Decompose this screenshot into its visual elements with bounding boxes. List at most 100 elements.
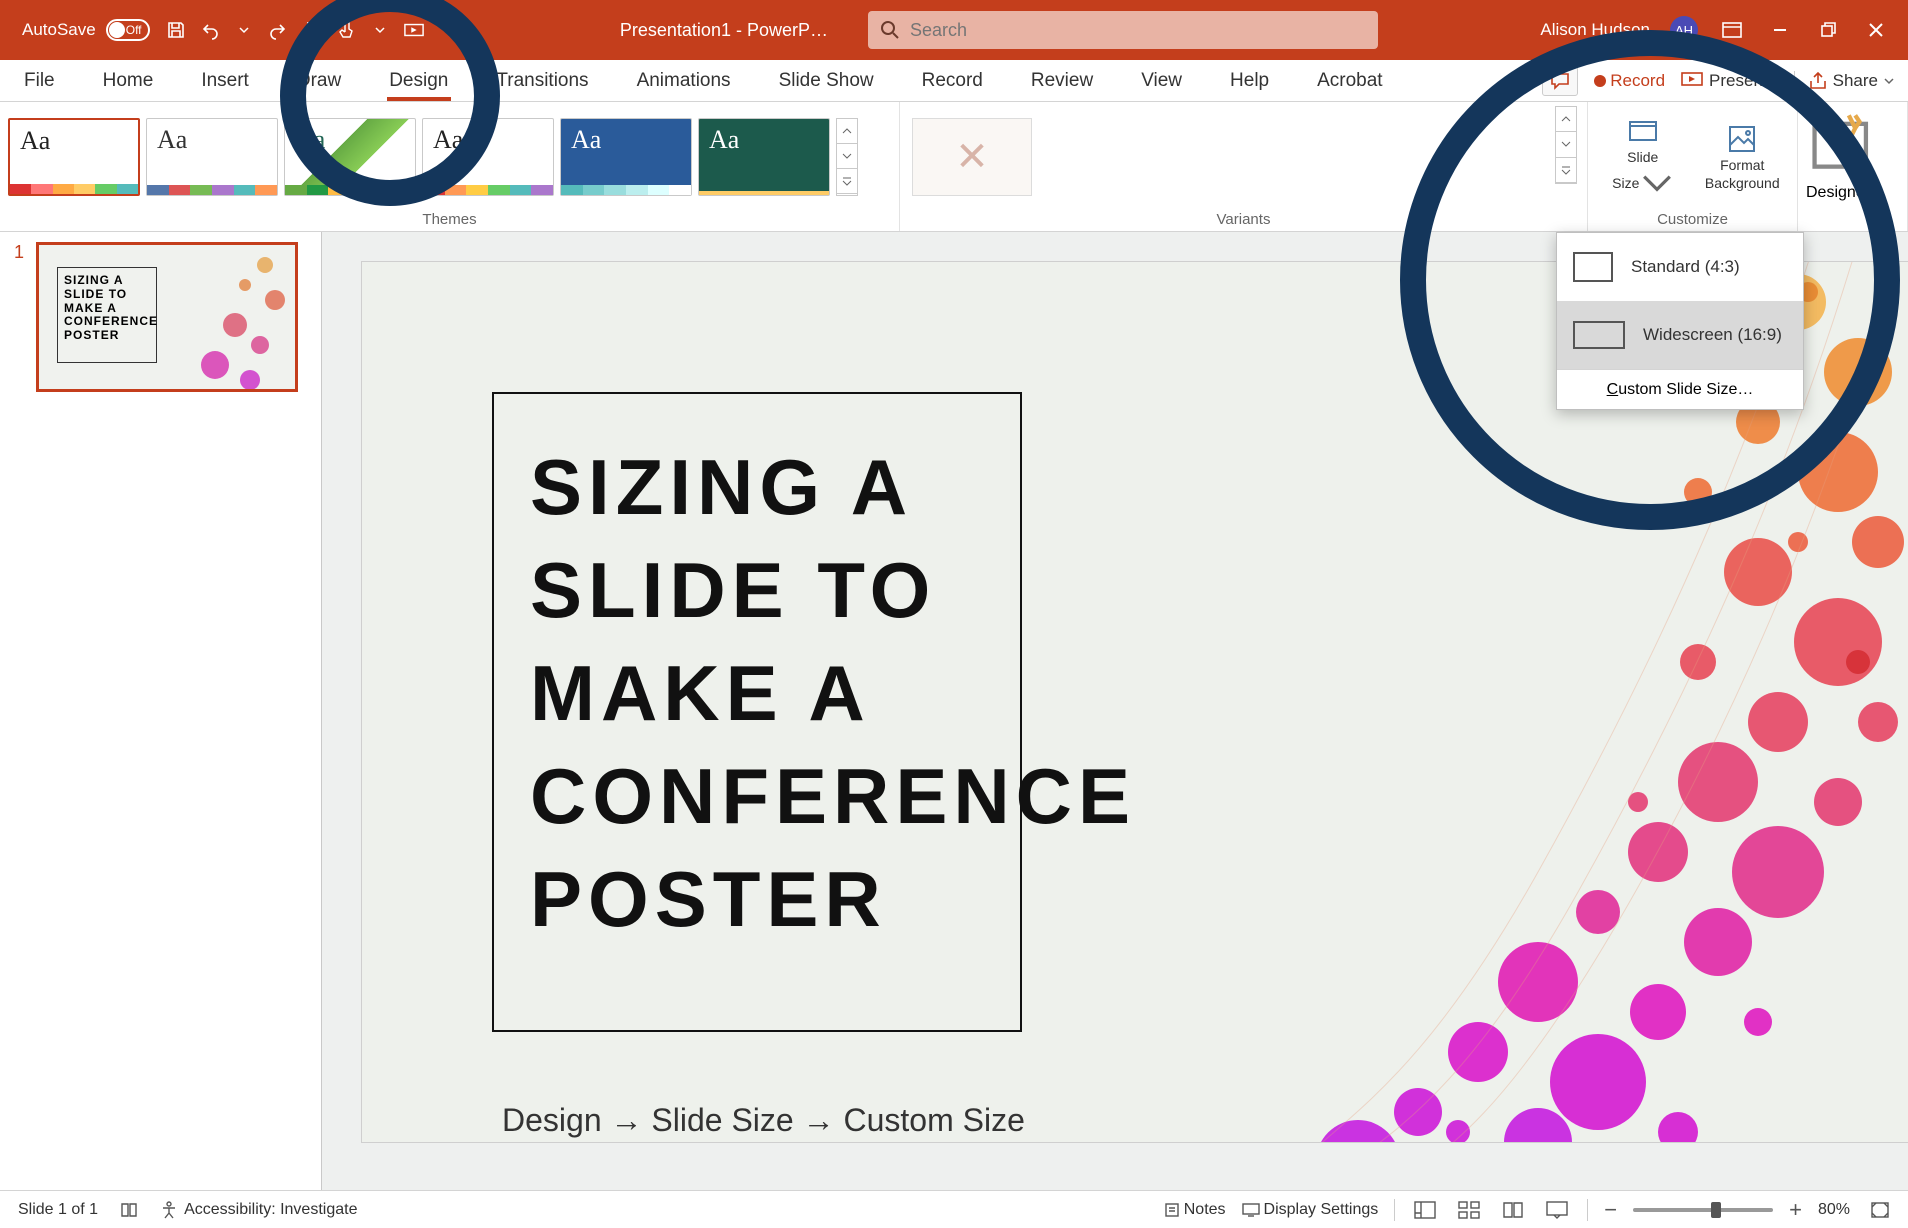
slide-size-menu: Standard (4:3) Widescreen (16:9) Custom … xyxy=(1556,232,1804,410)
tab-home[interactable]: Home xyxy=(79,60,178,101)
present-icon xyxy=(1681,72,1703,90)
themes-scroll[interactable] xyxy=(836,118,858,196)
save-icon[interactable] xyxy=(166,20,186,40)
custom-size-label: ustom Slide Size… xyxy=(1618,381,1753,398)
tab-animations[interactable]: Animations xyxy=(613,60,755,101)
gallery-more-icon[interactable] xyxy=(837,169,857,194)
slide-subtitle-text[interactable]: Design → Slide Size → Custom Size xyxy=(502,1102,1025,1139)
thumb-title: SIZING A SLIDE TO MAKE A CONFERENCE POST… xyxy=(57,267,157,363)
tab-acrobat[interactable]: Acrobat xyxy=(1293,60,1406,101)
scroll-up-icon[interactable] xyxy=(1556,107,1576,132)
slide-thumbnail-pane[interactable]: 1 SIZING A SLIDE TO MAKE A CONFERENCE PO… xyxy=(0,232,322,1190)
language-indicator[interactable] xyxy=(120,1202,138,1218)
theme-option[interactable]: Aa xyxy=(146,118,278,196)
fit-to-window-icon[interactable] xyxy=(1866,1199,1894,1221)
format-bg-label2: Background xyxy=(1705,175,1780,191)
thumb-art xyxy=(175,245,295,389)
customize-group-label: Customize xyxy=(1588,211,1797,231)
display-settings-icon xyxy=(1242,1202,1260,1218)
undo-dropdown-icon[interactable] xyxy=(234,20,254,40)
thumbnail-number: 1 xyxy=(14,242,24,392)
slide-sorter-icon[interactable] xyxy=(1455,1199,1483,1221)
theme-option[interactable]: Aa xyxy=(560,118,692,196)
tab-transitions[interactable]: Transitions xyxy=(472,60,612,101)
tab-record[interactable]: Record xyxy=(898,60,1007,101)
zoom-out-icon[interactable]: − xyxy=(1604,1199,1617,1221)
scroll-down-icon[interactable] xyxy=(837,144,857,169)
comments-button[interactable] xyxy=(1542,66,1578,96)
format-background-button[interactable]: Format Background xyxy=(1696,123,1790,191)
theme-option[interactable]: Aa xyxy=(422,118,554,196)
zoom-in-icon[interactable]: + xyxy=(1789,1199,1802,1221)
tab-draw[interactable]: Draw xyxy=(273,60,365,101)
repeat-icon[interactable] xyxy=(302,20,322,40)
theme-option[interactable]: Aa xyxy=(8,118,140,196)
tab-view[interactable]: View xyxy=(1117,60,1206,101)
user-avatar[interactable]: AH xyxy=(1670,16,1698,44)
standard-ratio-icon xyxy=(1573,252,1613,282)
display-settings-button[interactable]: Display Settings xyxy=(1242,1201,1379,1219)
scroll-down-icon[interactable] xyxy=(1556,132,1576,157)
themes-group: Aa Aa Aa Aa Aa xyxy=(0,102,900,231)
reading-view-icon[interactable] xyxy=(1499,1199,1527,1221)
chevron-down-icon xyxy=(1774,76,1784,86)
slideshow-view-icon[interactable] xyxy=(1543,1199,1571,1221)
notes-label: Notes xyxy=(1184,1201,1226,1219)
search-input[interactable] xyxy=(910,20,1366,41)
undo-icon[interactable] xyxy=(200,20,220,40)
tab-review[interactable]: Review xyxy=(1007,60,1117,101)
restore-icon[interactable] xyxy=(1814,16,1842,44)
share-label: Share xyxy=(1833,71,1878,91)
gallery-more-icon[interactable] xyxy=(1556,158,1576,183)
scroll-up-icon[interactable] xyxy=(837,119,857,144)
designer-button[interactable]: Designer xyxy=(1806,111,1874,202)
from-beginning-icon[interactable] xyxy=(404,20,424,40)
chevron-down-icon xyxy=(1641,167,1673,199)
designer-label: Designer xyxy=(1806,184,1870,201)
slide-size-widescreen[interactable]: Widescreen (16:9) xyxy=(1557,301,1803,369)
record-button[interactable]: Record xyxy=(1588,71,1671,91)
slide-size-button[interactable]: Slide Size xyxy=(1596,115,1690,199)
tab-slide-show[interactable]: Slide Show xyxy=(755,60,898,101)
ribbon-display-icon[interactable] xyxy=(1718,16,1746,44)
thumbnail-row[interactable]: 1 SIZING A SLIDE TO MAKE A CONFERENCE PO… xyxy=(14,242,307,392)
notes-icon xyxy=(1164,1202,1180,1218)
format-background-icon xyxy=(1726,123,1758,155)
custom-size-accel: C xyxy=(1607,381,1619,398)
notes-button[interactable]: Notes xyxy=(1164,1201,1226,1219)
slide-counter[interactable]: Slide 1 of 1 xyxy=(18,1201,98,1219)
share-button[interactable]: Share xyxy=(1794,71,1894,91)
normal-view-icon[interactable] xyxy=(1411,1199,1439,1221)
slide-size-custom[interactable]: Custom Slide Size… xyxy=(1557,369,1803,409)
display-settings-label: Display Settings xyxy=(1264,1201,1379,1219)
themes-group-label: Themes xyxy=(0,211,899,231)
widescreen-label: Widescreen (16:9) xyxy=(1643,325,1782,345)
redo-icon[interactable] xyxy=(268,20,288,40)
variants-scroll[interactable] xyxy=(1555,106,1577,184)
zoom-slider[interactable] xyxy=(1633,1208,1773,1212)
present-button[interactable]: Present xyxy=(1681,71,1784,91)
tab-insert[interactable]: Insert xyxy=(177,60,273,101)
zoom-level[interactable]: 80% xyxy=(1818,1201,1850,1219)
standard-label: Standard (4:3) xyxy=(1631,257,1740,277)
search-box[interactable] xyxy=(868,11,1378,49)
user-name: Alison Hudson xyxy=(1540,20,1650,40)
touch-dropdown-icon[interactable] xyxy=(370,20,390,40)
touch-mode-icon[interactable] xyxy=(336,20,356,40)
autosave-toggle[interactable]: AutoSave Off xyxy=(0,19,142,41)
tab-file[interactable]: File xyxy=(0,60,79,101)
accessibility-status[interactable]: Accessibility: Investigate xyxy=(160,1201,357,1219)
slide-title-placeholder[interactable]: SIZING A SLIDE TO MAKE A CONFERENCE POST… xyxy=(492,392,1022,1032)
slide-thumbnail[interactable]: SIZING A SLIDE TO MAKE A CONFERENCE POST… xyxy=(36,242,298,392)
tab-design[interactable]: Design xyxy=(365,60,472,101)
close-icon[interactable] xyxy=(1862,16,1890,44)
chevron-down-icon xyxy=(1884,76,1894,86)
slide-size-standard[interactable]: Standard (4:3) xyxy=(1557,233,1803,301)
qat-more-icon[interactable] xyxy=(438,20,458,40)
minimize-icon[interactable] xyxy=(1766,16,1794,44)
theme-option[interactable]: Aa xyxy=(698,118,830,196)
tab-help[interactable]: Help xyxy=(1206,60,1293,101)
theme-option[interactable]: Aa xyxy=(284,118,416,196)
variant-option[interactable]: ✕ xyxy=(912,118,1032,196)
format-bg-label1: Format xyxy=(1720,157,1764,173)
